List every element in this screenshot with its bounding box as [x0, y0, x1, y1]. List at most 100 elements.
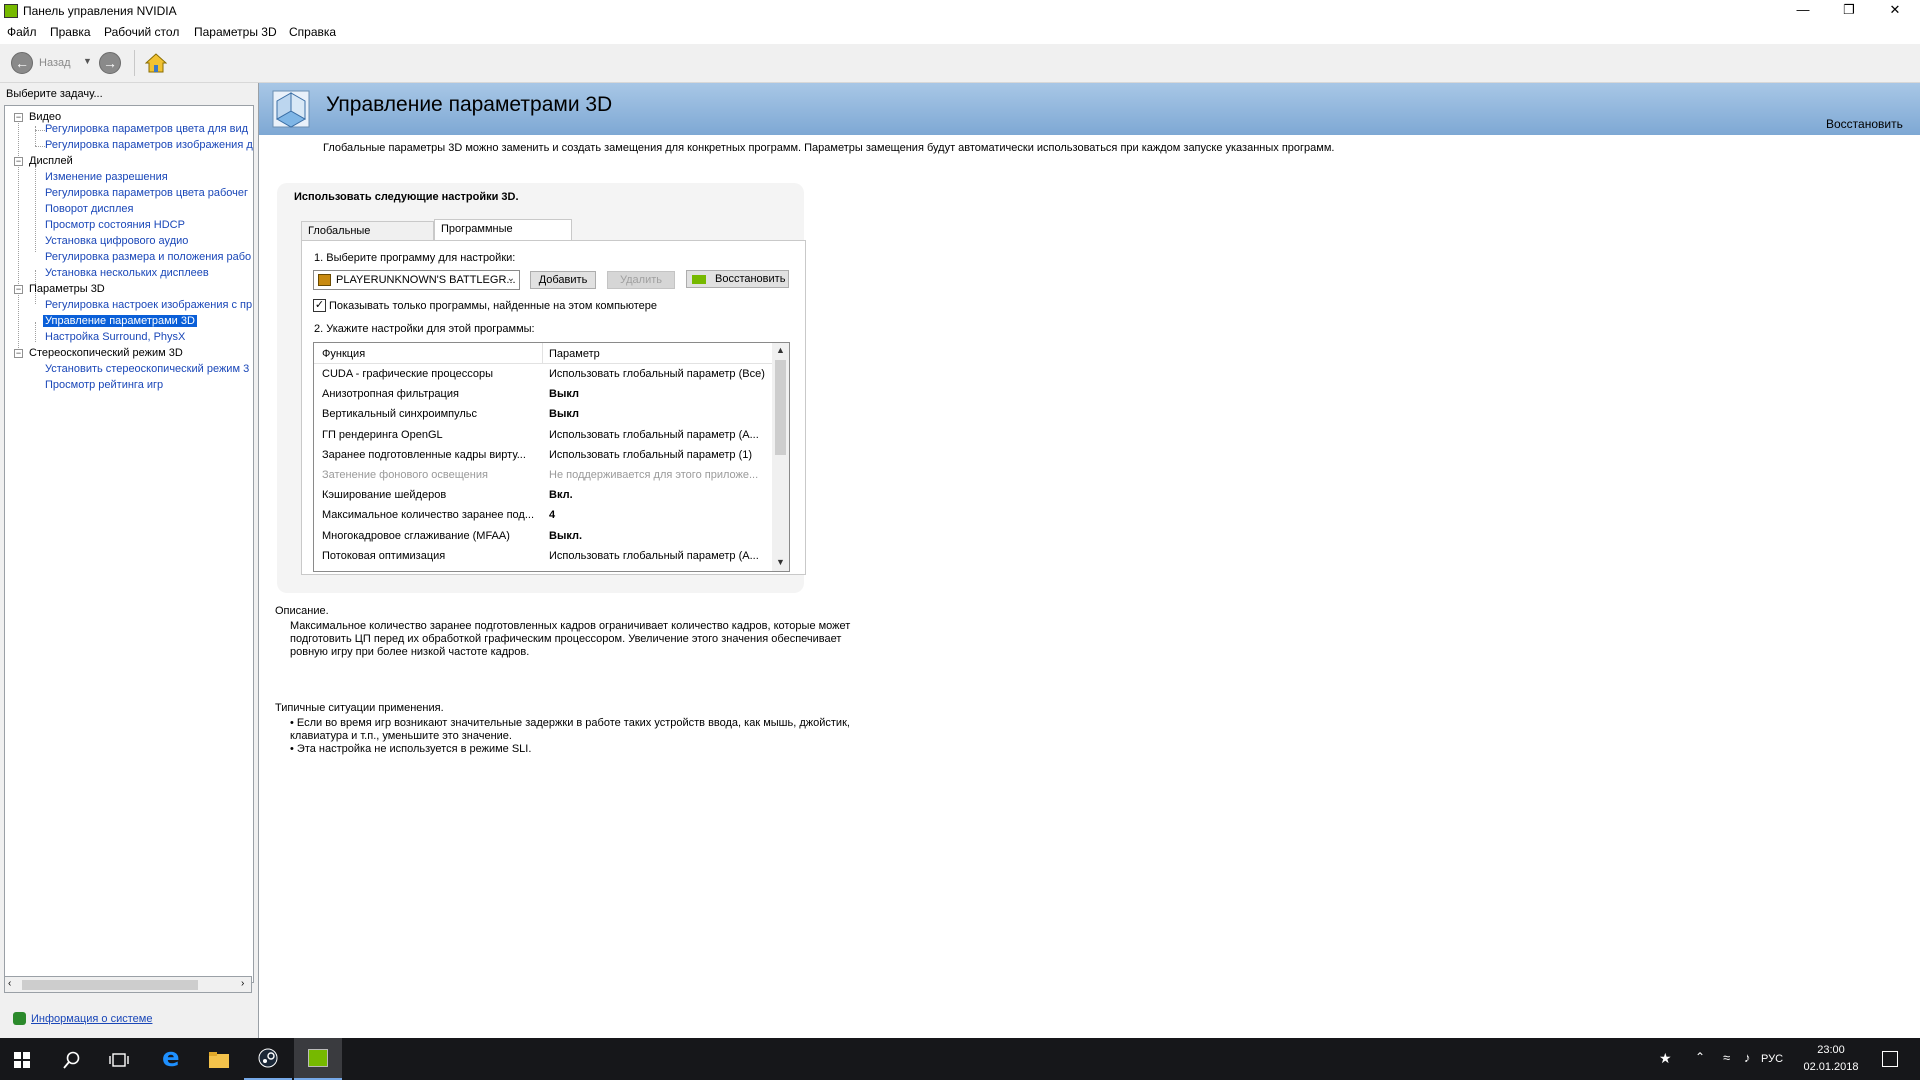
tree-connector [18, 118, 19, 352]
table-row[interactable]: Затенение фонового освещения Не поддержив… [314, 466, 774, 486]
table-row[interactable]: CUDA - графические процессоры Использоват… [314, 365, 774, 385]
setting-function: Вертикальный синхроимпульс [322, 408, 478, 421]
tree-connector [35, 130, 45, 131]
table-row[interactable]: Кэширование шейдеров Вкл. [314, 486, 774, 506]
scrollbar-thumb[interactable] [775, 360, 786, 455]
menu-help[interactable]: Справка [289, 25, 336, 39]
menu-3d-settings[interactable]: Параметры 3D [194, 25, 277, 39]
tree-item-desktop-size[interactable]: Регулировка размера и положения рабо [45, 251, 251, 263]
setting-value[interactable]: Использовать глобальный параметр (1) [549, 449, 752, 461]
tree-collapse-toggle[interactable]: − [14, 113, 23, 122]
tree-collapse-toggle[interactable]: − [14, 349, 23, 358]
show-only-found-label[interactable]: Показывать только программы, найденные н… [329, 300, 657, 312]
steam-taskbar-button[interactable] [244, 1038, 292, 1080]
3d-settings-icon [272, 90, 310, 128]
task-view-icon[interactable] [109, 1052, 129, 1068]
tree-horizontal-scrollbar[interactable]: ‹ › [4, 976, 252, 993]
nvidia-taskbar-button[interactable] [294, 1038, 342, 1080]
tree-category-display[interactable]: Дисплей [29, 155, 73, 167]
tab-global-settings[interactable]: Глобальные параметры [301, 221, 434, 255]
table-row[interactable]: Вертикальный синхроимпульс Выкл [314, 405, 774, 425]
setting-value[interactable]: Не поддерживается для этого приложе... [549, 469, 758, 481]
setting-function: Потоковая оптимизация [322, 549, 446, 562]
tree-item-manage-3d-settings[interactable]: Управление параметрами 3D [43, 315, 197, 327]
clock-date[interactable]: 02.01.2018 [1801, 1061, 1861, 1073]
show-only-found-checkbox[interactable]: ✓ [313, 299, 326, 312]
maximize-button[interactable]: ❐ [1826, 0, 1872, 22]
tree-item-rotate-display[interactable]: Поворот дисплея [45, 203, 133, 215]
search-icon[interactable] [63, 1051, 81, 1069]
tree-item-desktop-color[interactable]: Регулировка параметров цвета рабочег [45, 187, 248, 199]
tree-item-game-ratings[interactable]: Просмотр рейтинга игр [45, 379, 163, 391]
table-row[interactable]: Заранее подготовленные кадры вирту... Исп… [314, 446, 774, 466]
tree-item-set-stereo-3d[interactable]: Установить стереоскопический режим 3 [45, 363, 249, 375]
scroll-up-icon[interactable]: ▲ [776, 345, 785, 355]
table-row[interactable]: Максимальное количество заранее под... 4 [314, 506, 774, 526]
table-row[interactable]: Многокадровое сглаживание (MFAA) Выкл. [314, 527, 774, 547]
scroll-right-icon[interactable]: › [241, 978, 244, 989]
tree-collapse-toggle[interactable]: − [14, 157, 23, 166]
tree-category-3d[interactable]: Параметры 3D [29, 283, 105, 295]
tree-category-stereo-3d[interactable]: Стереоскопический режим 3D [29, 347, 183, 359]
tree-item-multiple-displays[interactable]: Установка нескольких дисплеев [45, 267, 209, 279]
chevron-up-icon[interactable]: ⌃ [1695, 1050, 1705, 1064]
menu-desktop[interactable]: Рабочий стол [104, 25, 179, 39]
back-dropdown-icon[interactable]: ▼ [83, 56, 92, 66]
table-row[interactable]: Потоковая оптимизация Использовать глобал… [314, 547, 774, 567]
description-line: подготовить ЦП перед их обработкой графи… [290, 633, 842, 645]
wifi-icon[interactable]: ≈ [1723, 1050, 1730, 1065]
tree-category-video[interactable]: Видео [29, 111, 61, 123]
tree-collapse-toggle[interactable]: − [14, 285, 23, 294]
list-vertical-scrollbar[interactable]: ▲ ▼ [772, 343, 789, 571]
volume-icon[interactable]: ♪ [1744, 1050, 1751, 1065]
restore-defaults-link[interactable]: Восстановить [1826, 117, 1903, 131]
minimize-button[interactable]: — [1780, 0, 1826, 22]
scroll-left-icon[interactable]: ‹ [8, 978, 11, 989]
tree-item-image-settings-preview[interactable]: Регулировка настроек изображения с пр [45, 299, 252, 311]
tree-item-digital-audio[interactable]: Установка цифрового аудио [45, 235, 188, 247]
chevron-down-icon[interactable]: ⌄ [507, 273, 515, 284]
back-label[interactable]: Назад [39, 57, 71, 69]
settings-list[interactable]: Функция Параметр CUDA - графические проц… [313, 342, 790, 572]
people-icon[interactable]: ★ [1659, 1050, 1672, 1067]
setting-value[interactable]: Выкл [549, 408, 579, 420]
home-icon[interactable] [145, 53, 167, 73]
column-divider[interactable] [542, 343, 543, 363]
tree-item-surround-physx[interactable]: Настройка Surround, PhysX [45, 331, 185, 343]
setting-value[interactable]: Использовать глобальный параметр (Все) [549, 368, 765, 380]
setting-value[interactable]: Использовать глобальный параметр (А... [549, 550, 759, 562]
add-program-button[interactable]: Добавить [530, 271, 596, 289]
forward-arrow-icon[interactable]: → [99, 52, 121, 74]
setting-value[interactable]: Вкл. [549, 489, 573, 501]
system-info-link[interactable]: Информация о системе [31, 1013, 152, 1025]
clock-time[interactable]: 23:00 [1806, 1044, 1856, 1056]
tree-item-hdcp[interactable]: Просмотр состояния HDCP [45, 219, 185, 231]
tree-item-video-image[interactable]: Регулировка параметров изображения д [45, 139, 253, 151]
input-language[interactable]: РУС [1761, 1053, 1783, 1065]
menu-edit[interactable]: Правка [50, 25, 91, 39]
intro-text: Глобальные параметры 3D можно заменить и… [323, 142, 1335, 154]
setting-value[interactable]: 4 [549, 509, 555, 521]
program-select[interactable]: PLAYERUNKNOWN'S BATTLEGR... ⌄ [313, 270, 520, 290]
setting-value[interactable]: Выкл [549, 388, 579, 400]
remove-program-button[interactable]: Удалить [607, 271, 675, 289]
tree-item-resolution[interactable]: Изменение разрешения [45, 171, 168, 183]
column-header-function[interactable]: Функция [322, 348, 365, 360]
close-button[interactable]: ✕ [1872, 0, 1918, 22]
file-explorer-icon[interactable] [208, 1051, 230, 1069]
setting-value[interactable]: Выкл. [549, 530, 582, 542]
scroll-down-icon[interactable]: ▼ [776, 557, 785, 567]
column-header-parameter[interactable]: Параметр [549, 348, 600, 360]
edge-browser-icon[interactable]: e [162, 1045, 184, 1072]
restore-program-button[interactable]: Восстановить [686, 270, 789, 288]
windows-start-icon[interactable] [14, 1052, 30, 1068]
tree-item-video-color[interactable]: Регулировка параметров цвета для вид [45, 123, 248, 135]
notifications-icon[interactable] [1882, 1051, 1898, 1067]
table-row[interactable]: ГП рендеринга OpenGL Использовать глобаль… [314, 426, 774, 446]
scrollbar-thumb[interactable] [22, 980, 198, 990]
table-row[interactable]: Анизотропная фильтрация Выкл [314, 385, 774, 405]
back-arrow-icon[interactable]: ← [11, 52, 33, 74]
setting-value[interactable]: Использовать глобальный параметр (А... [549, 429, 759, 441]
tab-program-settings[interactable]: Программные настройки [434, 219, 572, 253]
menu-file[interactable]: Файл [7, 25, 37, 39]
